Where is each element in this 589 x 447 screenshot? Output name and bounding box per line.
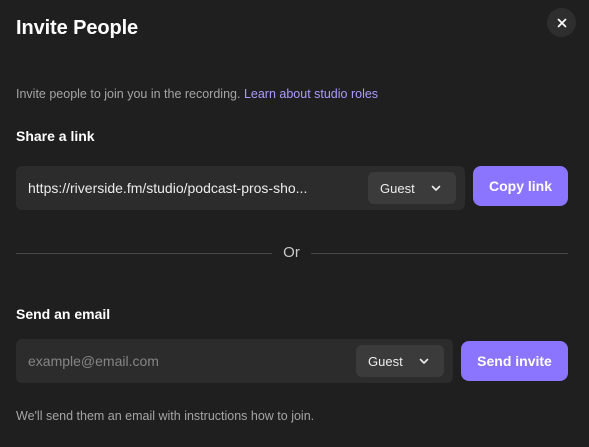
email-role-select[interactable]: Guest: [356, 345, 444, 377]
divider-left: [16, 253, 272, 254]
divider-or: Or: [283, 244, 300, 261]
subtitle-text: Invite people to join you in the recordi…: [16, 87, 241, 101]
learn-roles-link[interactable]: Learn about studio roles: [244, 87, 378, 101]
send-email-heading: Send an email: [16, 306, 111, 322]
chevron-down-icon: [419, 358, 429, 364]
share-role-select[interactable]: Guest: [368, 172, 456, 204]
email-role-value: Guest: [368, 353, 403, 369]
copy-link-button[interactable]: Copy link: [473, 166, 568, 206]
dialog-title: Invite People: [16, 17, 139, 39]
email-field: Guest: [16, 339, 453, 383]
email-footnote: We'll send them an email with instructio…: [16, 409, 315, 423]
dialog-subtitle: Invite people to join you in the recordi…: [16, 86, 378, 102]
share-link-heading: Share a link: [16, 128, 95, 144]
close-button[interactable]: [547, 8, 576, 37]
send-invite-button[interactable]: Send invite: [461, 341, 568, 381]
divider-right: [311, 253, 568, 254]
share-link-field: https://riverside.fm/studio/podcast-pros…: [16, 166, 465, 210]
chevron-down-icon: [431, 185, 441, 191]
email-input[interactable]: [28, 339, 348, 383]
share-link-url[interactable]: https://riverside.fm/studio/podcast-pros…: [28, 166, 368, 210]
close-icon: [557, 18, 566, 27]
share-role-value: Guest: [380, 180, 415, 196]
invite-people-dialog: Invite People Invite people to join you …: [0, 0, 589, 447]
